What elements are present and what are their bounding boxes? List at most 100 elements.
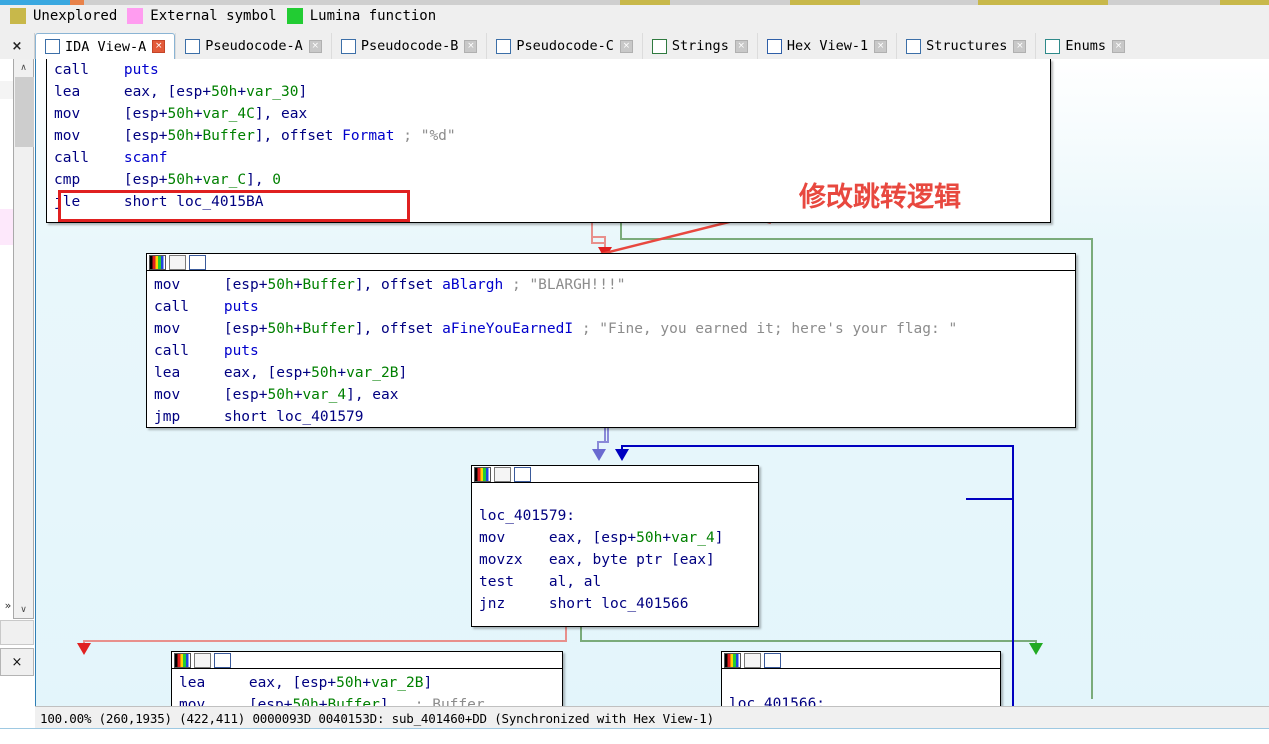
- status-text: 100.00% (260,1935) (422,411) 0000093D 00…: [40, 710, 714, 726]
- vertical-scrollbar[interactable]: ∧ ∨: [13, 59, 34, 619]
- expand-panel-button[interactable]: »: [0, 597, 16, 614]
- basic-block-code: mov [esp+50h+Buffer], offset aBlargh ; "…: [147, 271, 1075, 431]
- tab-enums[interactable]: Enums ×: [1035, 33, 1135, 59]
- graph-layout-icon[interactable]: [189, 254, 206, 270]
- asm-line[interactable]: mov [esp+50h+Buffer], offset Format ; "%…: [47, 125, 1050, 147]
- tab-hex-view-1[interactable]: Hex View-1 ×: [756, 33, 897, 59]
- graph-view[interactable]: call puts lea eax, [esp+50h+var_30] mov [e…: [35, 59, 1269, 716]
- annotation-text: 修改跳转逻辑: [799, 182, 961, 213]
- tab-label: Hex View-1: [786, 38, 869, 54]
- scroll-up-button[interactable]: ∧: [14, 59, 33, 76]
- asm-line[interactable]: movzx eax, byte ptr [eax]: [472, 549, 758, 571]
- asm-line[interactable]: jmp short loc_401579: [147, 406, 1075, 428]
- graph-layout-icon[interactable]: [514, 466, 531, 482]
- tab-pseudocode-a[interactable]: Pseudocode-A ×: [175, 33, 331, 59]
- left-gutter: ∧ ∨ » ×: [0, 59, 35, 716]
- basic-block-header[interactable]: [172, 652, 562, 669]
- tab-label: Pseudocode-B: [360, 38, 459, 54]
- enums-icon: [1045, 38, 1061, 54]
- asm-line[interactable]: lea eax, [esp+50h+var_2B]: [147, 362, 1075, 384]
- navigation-band[interactable]: [0, 0, 1269, 5]
- legend-label: External symbol: [150, 8, 277, 24]
- document-icon: [45, 39, 60, 54]
- basic-block-blargh[interactable]: mov [esp+50h+Buffer], offset aBlargh ; "…: [146, 253, 1076, 428]
- asm-line[interactable]: lea eax, [esp+50h+var_2B]: [172, 672, 562, 694]
- tab-close-icon[interactable]: ×: [874, 39, 888, 53]
- asm-line[interactable]: call scanf: [47, 147, 1050, 169]
- palette-icon[interactable]: [174, 652, 191, 668]
- scroll-down-button[interactable]: ∨: [14, 601, 33, 618]
- basic-block-loc-401579[interactable]: loc_401579:mov eax, [esp+50h+var_4] movzx…: [471, 465, 759, 627]
- ida-window: Unexplored External symbol Lumina functi…: [0, 0, 1269, 744]
- status-bar: 100.00% (260,1935) (422,411) 0000093D 00…: [0, 706, 1269, 729]
- tab-close-icon[interactable]: ×: [152, 40, 166, 53]
- asm-line[interactable]: call puts: [147, 340, 1075, 362]
- asm-line[interactable]: mov [esp+50h+var_4], eax: [147, 384, 1075, 406]
- asm-line[interactable]: lea eax, [esp+50h+var_30]: [47, 81, 1050, 103]
- asm-line[interactable]: call puts: [147, 296, 1075, 318]
- legend-item-unexplored: Unexplored: [10, 8, 117, 24]
- window-bottom-edge: [0, 728, 1269, 744]
- lumina-function-swatch: [286, 8, 303, 24]
- close-panel-button[interactable]: ×: [0, 648, 34, 676]
- legend-label: Unexplored: [33, 8, 118, 24]
- tab-strings[interactable]: Strings ×: [641, 33, 757, 59]
- tab-label: Strings: [671, 38, 729, 54]
- asm-line[interactable]: mov [esp+50h+Buffer], offset aBlargh ; "…: [147, 274, 1075, 296]
- status-bar-left-spacer: [0, 706, 35, 728]
- tab-label: Enums: [1065, 38, 1107, 54]
- tab-pseudocode-b[interactable]: Pseudocode-B ×: [330, 33, 487, 59]
- structures-icon: [906, 38, 922, 54]
- graph-layout-icon[interactable]: [764, 652, 781, 668]
- tab-ida-view-a[interactable]: IDA View-A ×: [35, 33, 176, 60]
- edit-pencil-icon[interactable]: [494, 466, 511, 482]
- document-icon: [496, 38, 512, 54]
- graph-layout-icon[interactable]: [214, 652, 231, 668]
- tab-close-icon[interactable]: ×: [619, 39, 633, 53]
- asm-line[interactable]: test al, al: [472, 571, 758, 593]
- hex-icon: [766, 38, 782, 54]
- tab-close-icon[interactable]: ×: [308, 39, 322, 53]
- asm-line[interactable]: call puts: [47, 59, 1050, 81]
- edit-pencil-icon[interactable]: [194, 652, 211, 668]
- edit-pencil-icon[interactable]: [744, 652, 761, 668]
- document-icon: [340, 38, 356, 54]
- asm-line[interactable]: mov [esp+50h+var_4C], eax: [47, 103, 1050, 125]
- gutter-panel-strip: [0, 620, 34, 645]
- edit-pencil-icon[interactable]: [169, 254, 186, 270]
- tab-label: Pseudocode-A: [205, 38, 303, 54]
- tab-bar: × IDA View-A × Pseudocode-A × Pseudocode-B × P…: [0, 32, 1269, 60]
- tab-label: IDA View-A: [65, 38, 147, 55]
- palette-icon[interactable]: [149, 254, 166, 270]
- basic-block-header[interactable]: [722, 652, 1000, 669]
- asm-line[interactable]: mov [esp+50h+Buffer], offset aFineYouEar…: [147, 318, 1075, 340]
- legend-label: Lumina function: [309, 8, 437, 24]
- navigation-legend: Unexplored External symbol Lumina functi…: [0, 0, 1269, 33]
- jle-highlight-rectangle: [58, 190, 410, 222]
- unexplored-swatch: [10, 8, 26, 24]
- tab-close-icon[interactable]: ×: [734, 39, 748, 53]
- external-symbol-swatch: [127, 8, 144, 24]
- close-all-tabs-button[interactable]: ×: [0, 33, 35, 59]
- tab-close-icon[interactable]: ×: [1112, 39, 1126, 53]
- basic-block-header[interactable]: [472, 466, 758, 483]
- tab-label: Structures: [926, 38, 1008, 54]
- tab-pseudocode-c[interactable]: Pseudocode-C ×: [486, 33, 642, 59]
- basic-block-code: loc_401579:mov eax, [esp+50h+var_4] movzx…: [472, 483, 758, 618]
- legend-item-lumina-function: Lumina function: [286, 8, 437, 24]
- vertical-color-band: [0, 59, 14, 619]
- block-label: loc_401579:: [479, 508, 576, 524]
- tab-label: Pseudocode-C: [516, 38, 614, 54]
- document-icon: [185, 38, 201, 54]
- palette-icon[interactable]: [474, 466, 491, 482]
- asm-line[interactable]: mov eax, [esp+50h+var_4]: [472, 527, 758, 549]
- tab-structures[interactable]: Structures ×: [896, 33, 1036, 59]
- strings-icon: [651, 38, 667, 54]
- tab-close-icon[interactable]: ×: [1013, 39, 1027, 53]
- scrollbar-thumb[interactable]: [15, 77, 34, 147]
- legend-item-external-symbol: External symbol: [127, 8, 277, 24]
- asm-line[interactable]: jnz short loc_401566: [472, 593, 758, 615]
- palette-icon[interactable]: [724, 652, 741, 668]
- tab-close-icon[interactable]: ×: [464, 39, 478, 53]
- basic-block-header[interactable]: [147, 254, 1075, 271]
